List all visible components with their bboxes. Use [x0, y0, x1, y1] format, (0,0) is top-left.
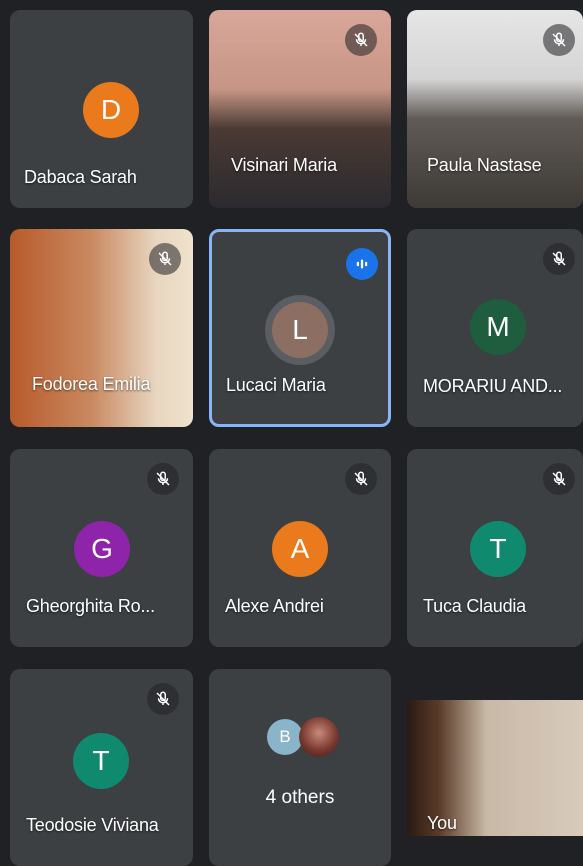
participant-name: Teodosie Viviana [26, 815, 159, 835]
participant-tile-visinari-maria[interactable]: Visinari Maria [209, 10, 391, 208]
participant-tile-gheorghita[interactable]: G Gheorghita Ro... [10, 449, 193, 647]
mic-off-icon [345, 24, 377, 56]
avatar: M [470, 299, 526, 355]
participant-tile-dabaca-sarah[interactable]: D Dabaca Sarah [10, 10, 193, 208]
participant-name: Paula Nastase [427, 155, 542, 175]
avatar: L [272, 302, 328, 358]
mic-off-icon [147, 683, 179, 715]
participant-tile-lucaci-maria[interactable]: L Lucaci Maria [209, 229, 391, 427]
mini-avatar-photo [299, 717, 339, 757]
audio-wave-icon [346, 248, 378, 280]
others-tile[interactable]: B 4 others [209, 669, 391, 866]
participant-tile-paula-nastase[interactable]: Paula Nastase [407, 10, 583, 208]
mini-avatar: B [267, 719, 303, 755]
others-avatars: B [267, 717, 347, 769]
participant-tile-teodosie-viviana[interactable]: T Teodosie Viviana [10, 669, 193, 866]
participant-tile-morariu[interactable]: M MORARIU AND... [407, 229, 583, 427]
mic-off-icon [345, 463, 377, 495]
avatar: D [83, 82, 139, 138]
others-count-label: 4 others [265, 787, 335, 808]
participant-name: MORARIU AND... [423, 376, 563, 396]
participant-name: Lucaci Maria [226, 375, 326, 395]
mic-off-icon [543, 24, 575, 56]
participant-grid: D Dabaca Sarah Visinari Maria Paula Nast… [0, 0, 583, 866]
avatar: T [73, 733, 129, 789]
participant-tile-alexe-andrei[interactable]: A Alexe Andrei [209, 449, 391, 647]
participant-name: Dabaca Sarah [24, 167, 137, 187]
avatar: T [470, 521, 526, 577]
avatar: A [272, 521, 328, 577]
participant-name: Fodorea Emilia [32, 374, 151, 394]
participant-name: Alexe Andrei [225, 596, 324, 616]
participant-name: Tuca Claudia [423, 596, 526, 616]
participant-name: You [427, 813, 457, 833]
participant-tile-you[interactable]: You [407, 700, 583, 836]
mic-off-icon [149, 243, 181, 275]
mic-off-icon [543, 243, 575, 275]
participant-name: Gheorghita Ro... [26, 596, 155, 616]
participant-tile-tuca-claudia[interactable]: T Tuca Claudia [407, 449, 583, 647]
mic-off-icon [147, 463, 179, 495]
mic-off-icon [543, 463, 575, 495]
participant-tile-fodorea-emilia[interactable]: Fodorea Emilia [10, 229, 193, 427]
avatar: G [74, 521, 130, 577]
participant-name: Visinari Maria [231, 155, 337, 175]
